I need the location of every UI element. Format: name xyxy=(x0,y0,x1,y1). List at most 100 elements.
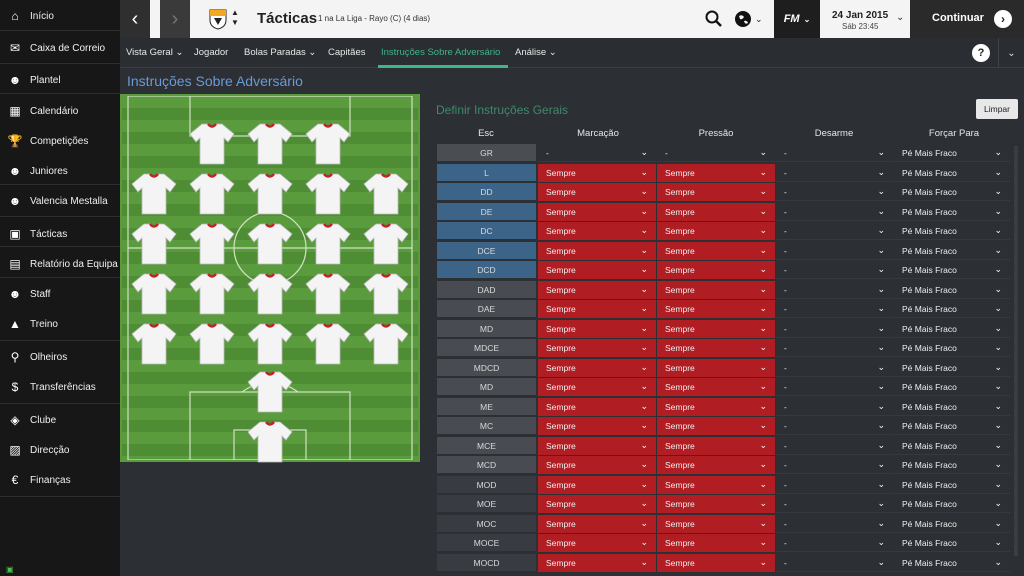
player-shirt-icon[interactable] xyxy=(246,122,294,166)
pressing-dropdown[interactable]: Sempre ⌄ xyxy=(657,261,775,279)
tackling-dropdown[interactable]: - ⌄ xyxy=(776,320,893,338)
marking-dropdown[interactable]: Sempre ⌄ xyxy=(538,339,656,357)
force-dropdown[interactable]: Pé Mais Fraco ⌄ xyxy=(894,398,1010,416)
force-dropdown[interactable]: Pé Mais Fraco ⌄ xyxy=(894,144,1010,162)
pressing-dropdown[interactable]: Sempre ⌄ xyxy=(657,359,775,377)
force-dropdown[interactable]: Pé Mais Fraco ⌄ xyxy=(894,242,1010,260)
pressing-dropdown[interactable]: Sempre ⌄ xyxy=(657,495,775,513)
marking-dropdown[interactable]: Sempre ⌄ xyxy=(538,495,656,513)
tackling-dropdown[interactable]: - ⌄ xyxy=(776,222,893,240)
marking-dropdown[interactable]: Sempre ⌄ xyxy=(538,164,656,182)
force-dropdown[interactable]: Pé Mais Fraco ⌄ xyxy=(894,281,1010,299)
sidebar-item-training[interactable]: ▲ Treino xyxy=(0,310,120,338)
player-shirt-icon[interactable] xyxy=(362,322,410,366)
force-dropdown[interactable]: Pé Mais Fraco ⌄ xyxy=(894,203,1010,221)
player-shirt-icon[interactable] xyxy=(188,122,236,166)
tackling-dropdown[interactable]: - ⌄ xyxy=(776,164,893,182)
tackling-dropdown[interactable]: - ⌄ xyxy=(776,261,893,279)
world-menu-button[interactable]: ⌄ xyxy=(734,9,766,29)
help-icon[interactable]: ? xyxy=(972,44,990,62)
sidebar-item-tactics[interactable]: ▣ Tácticas xyxy=(0,220,120,248)
pressing-dropdown[interactable]: Sempre ⌄ xyxy=(657,339,775,357)
continue-button[interactable]: Continuar › xyxy=(910,0,1024,38)
tackling-dropdown[interactable]: - ⌄ xyxy=(776,144,893,162)
tackling-dropdown[interactable]: - ⌄ xyxy=(776,456,893,474)
team-switch-icon[interactable]: ▲ ▼ xyxy=(230,8,240,30)
player-shirt-icon[interactable] xyxy=(304,122,352,166)
player-shirt-icon[interactable] xyxy=(362,272,410,316)
force-dropdown[interactable]: Pé Mais Fraco ⌄ xyxy=(894,456,1010,474)
sidebar-item-finances[interactable]: € Finanças xyxy=(0,466,120,494)
force-dropdown[interactable]: Pé Mais Fraco ⌄ xyxy=(894,495,1010,513)
tackling-dropdown[interactable]: - ⌄ xyxy=(776,398,893,416)
player-shirt-icon[interactable] xyxy=(188,222,236,266)
marking-dropdown[interactable]: Sempre ⌄ xyxy=(538,300,656,318)
player-shirt-icon[interactable] xyxy=(246,272,294,316)
marking-dropdown[interactable]: Sempre ⌄ xyxy=(538,183,656,201)
player-shirt-icon[interactable] xyxy=(188,172,236,216)
tab-2[interactable]: Bolas Paradas ⌄ xyxy=(244,38,316,68)
tackling-dropdown[interactable]: - ⌄ xyxy=(776,281,893,299)
search-icon[interactable] xyxy=(704,9,724,29)
tackling-dropdown[interactable]: - ⌄ xyxy=(776,242,893,260)
player-shirt-icon[interactable] xyxy=(246,322,294,366)
force-dropdown[interactable]: Pé Mais Fraco ⌄ xyxy=(894,534,1010,552)
marking-dropdown[interactable]: Sempre ⌄ xyxy=(538,281,656,299)
tab-0[interactable]: Vista Geral ⌄ xyxy=(126,38,183,68)
pressing-dropdown[interactable]: Sempre ⌄ xyxy=(657,398,775,416)
pressing-dropdown[interactable]: Sempre ⌄ xyxy=(657,437,775,455)
fm-menu-button[interactable]: FM ⌄ xyxy=(774,0,820,38)
sidebar-item-staff[interactable]: ☻ Staff xyxy=(0,280,120,308)
player-shirt-icon[interactable] xyxy=(246,172,294,216)
tackling-dropdown[interactable]: - ⌄ xyxy=(776,554,893,572)
pressing-dropdown[interactable]: Sempre ⌄ xyxy=(657,300,775,318)
scrollbar[interactable] xyxy=(1014,146,1018,556)
player-shirt-icon[interactable] xyxy=(130,172,178,216)
tab-3[interactable]: Capitães xyxy=(328,38,366,68)
player-shirt-icon[interactable] xyxy=(304,222,352,266)
sidebar-item-squad[interactable]: ☻ Plantel xyxy=(0,66,120,94)
clear-button[interactable]: Limpar xyxy=(976,99,1018,119)
force-dropdown[interactable]: Pé Mais Fraco ⌄ xyxy=(894,437,1010,455)
sidebar-item-board[interactable]: ▨ Direcção xyxy=(0,436,120,464)
player-shirt-icon[interactable] xyxy=(304,322,352,366)
date-display[interactable]: 24 Jan 2015 Sáb 23:45 ⌄ xyxy=(820,0,910,38)
player-shirt-icon[interactable] xyxy=(304,272,352,316)
pressing-dropdown[interactable]: Sempre ⌄ xyxy=(657,164,775,182)
player-shirt-icon[interactable] xyxy=(304,172,352,216)
tab-5[interactable]: Análise ⌄ xyxy=(515,38,557,68)
sidebar-item-transfers[interactable]: $ Transferências xyxy=(0,373,120,401)
marking-dropdown[interactable]: Sempre ⌄ xyxy=(538,242,656,260)
pressing-dropdown[interactable]: Sempre ⌄ xyxy=(657,417,775,435)
marking-dropdown[interactable]: Sempre ⌄ xyxy=(538,222,656,240)
tackling-dropdown[interactable]: - ⌄ xyxy=(776,339,893,357)
player-shirt-icon[interactable] xyxy=(362,222,410,266)
player-shirt-icon[interactable] xyxy=(246,222,294,266)
force-dropdown[interactable]: Pé Mais Fraco ⌄ xyxy=(894,378,1010,396)
marking-dropdown[interactable]: Sempre ⌄ xyxy=(538,203,656,221)
sidebar-item-reserve-team[interactable]: ☻ Valencia Mestalla xyxy=(0,187,120,215)
tackling-dropdown[interactable]: - ⌄ xyxy=(776,359,893,377)
marking-dropdown[interactable]: Sempre ⌄ xyxy=(538,417,656,435)
pressing-dropdown[interactable]: Sempre ⌄ xyxy=(657,476,775,494)
tactics-pitch[interactable] xyxy=(120,94,420,463)
pressing-dropdown[interactable]: Sempre ⌄ xyxy=(657,222,775,240)
tab-1[interactable]: Jogador xyxy=(194,38,228,68)
tab-4[interactable]: Instruções Sobre Adversário xyxy=(381,38,500,68)
sidebar-item-youth[interactable]: ☻ Juniores xyxy=(0,157,120,185)
marking-dropdown[interactable]: Sempre ⌄ xyxy=(538,359,656,377)
marking-dropdown[interactable]: - ⌄ xyxy=(538,144,656,162)
force-dropdown[interactable]: Pé Mais Fraco ⌄ xyxy=(894,183,1010,201)
club-crest-icon[interactable] xyxy=(208,8,228,30)
pressing-dropdown[interactable]: Sempre ⌄ xyxy=(657,203,775,221)
marking-dropdown[interactable]: Sempre ⌄ xyxy=(538,320,656,338)
pressing-dropdown[interactable]: Sempre ⌄ xyxy=(657,320,775,338)
pressing-dropdown[interactable]: Sempre ⌄ xyxy=(657,242,775,260)
force-dropdown[interactable]: Pé Mais Fraco ⌄ xyxy=(894,359,1010,377)
pressing-dropdown[interactable]: - ⌄ xyxy=(657,144,775,162)
marking-dropdown[interactable]: Sempre ⌄ xyxy=(538,515,656,533)
marking-dropdown[interactable]: Sempre ⌄ xyxy=(538,456,656,474)
player-shirt-icon[interactable] xyxy=(246,370,294,414)
force-dropdown[interactable]: Pé Mais Fraco ⌄ xyxy=(894,261,1010,279)
pressing-dropdown[interactable]: Sempre ⌄ xyxy=(657,183,775,201)
